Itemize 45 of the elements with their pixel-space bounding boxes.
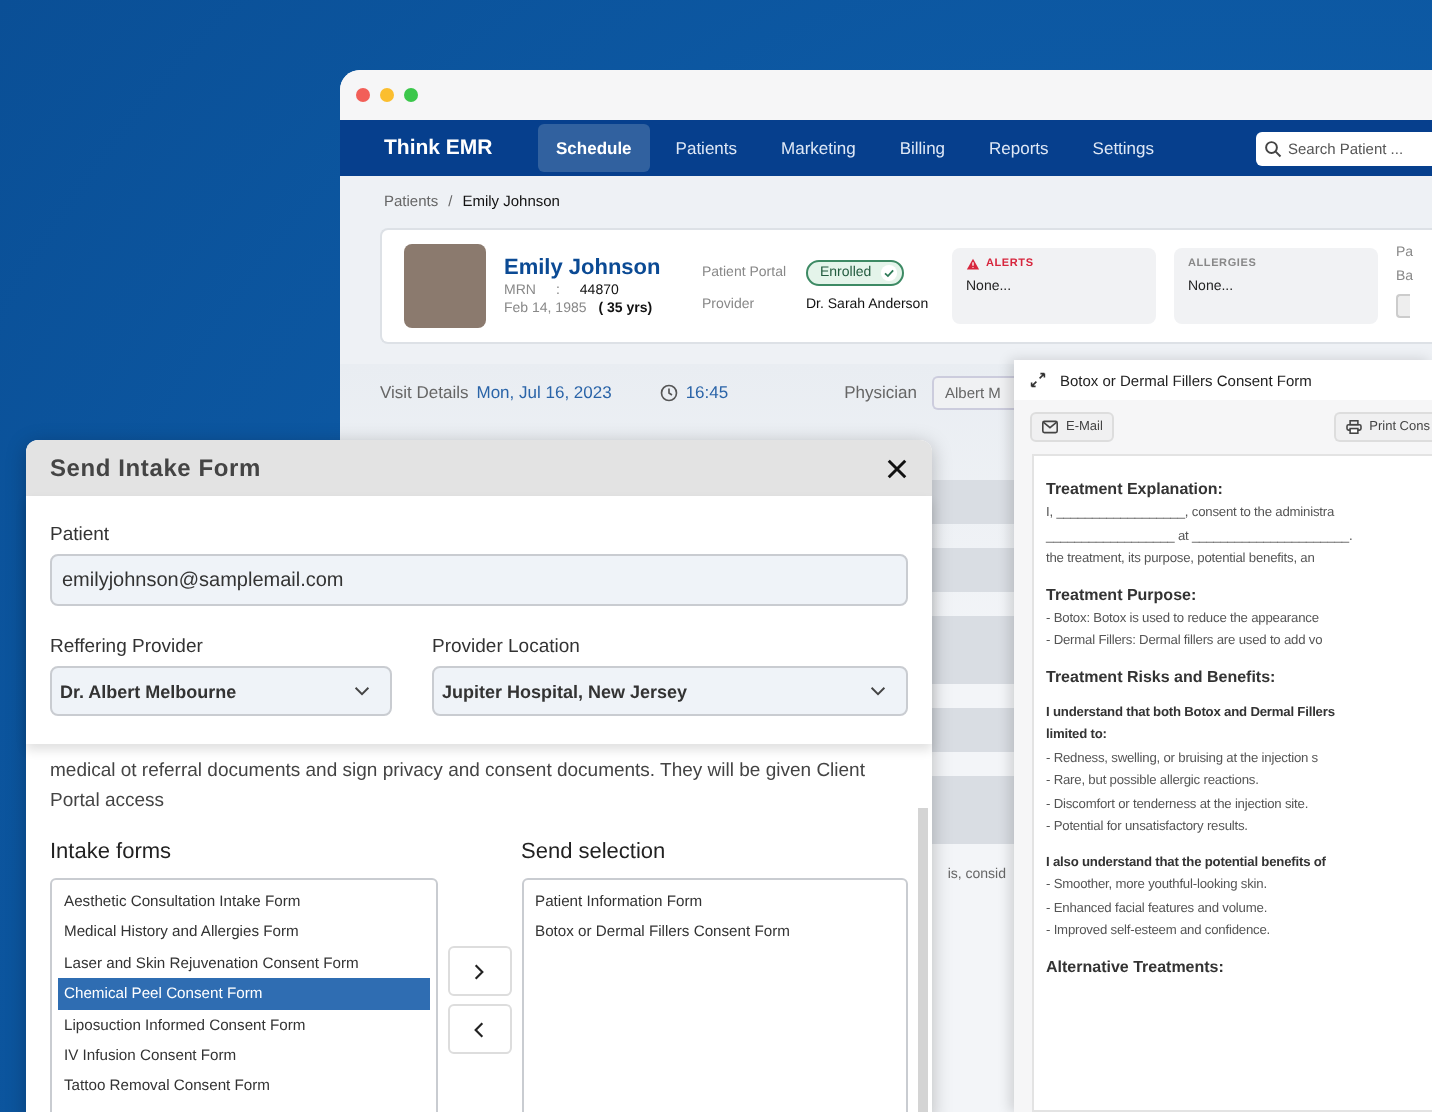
visit-date: Mon, Jul 16, 2023 bbox=[476, 382, 612, 402]
patient-name: Emily Johnson bbox=[504, 256, 663, 280]
zoom-window-icon[interactable] bbox=[404, 88, 418, 102]
nav-tab[interactable]: Schedule bbox=[538, 124, 650, 172]
check-icon bbox=[879, 264, 898, 282]
search-icon bbox=[1264, 139, 1282, 157]
referring-provider-select[interactable]: Dr. Albert Melbourne bbox=[50, 666, 392, 716]
nav-tab[interactable]: Settings bbox=[1074, 124, 1173, 172]
warning-icon bbox=[966, 258, 980, 270]
add-button[interactable] bbox=[447, 946, 511, 996]
logo[interactable]: Think EMR bbox=[384, 136, 538, 160]
nav-tab[interactable]: Patients bbox=[657, 124, 756, 172]
referring-provider-label: Reffering Provider bbox=[50, 636, 205, 658]
visit-time: 16:45 bbox=[685, 382, 729, 402]
chevron-right-icon bbox=[472, 961, 486, 981]
patient-label: Patient bbox=[50, 524, 112, 546]
section-heading: Treatment Risks and Benefits: bbox=[1046, 667, 1278, 685]
clock-icon bbox=[659, 383, 678, 401]
intake-forms-heading: Intake forms bbox=[50, 840, 174, 864]
description-text: medical ot referral documents and sign privacy and consent documents. They will be given Client Portal access bbox=[50, 758, 867, 816]
expand-icon[interactable] bbox=[1030, 372, 1046, 388]
nav-tab[interactable]: Reports bbox=[971, 124, 1067, 172]
close-icon[interactable] bbox=[886, 457, 908, 479]
card-button[interactable] bbox=[1396, 294, 1410, 318]
section-heading: Treatment Purpose: bbox=[1046, 585, 1199, 603]
provider-location-label: Provider Location bbox=[432, 636, 582, 658]
printer-icon bbox=[1345, 420, 1362, 434]
section-heading: Treatment Explanation: bbox=[1046, 480, 1225, 498]
physician-label: Physician bbox=[844, 382, 917, 402]
patient-email-field[interactable]: emilyjohnson@samplemail.com bbox=[50, 554, 908, 606]
minimize-window-icon[interactable] bbox=[380, 88, 394, 102]
provider-location-select[interactable]: Jupiter Hospital, New Jersey bbox=[432, 666, 908, 716]
chevron-left-icon bbox=[472, 1019, 486, 1039]
nav-tab[interactable]: Billing bbox=[881, 124, 964, 172]
dialog-title: Send Intake Form bbox=[50, 454, 261, 482]
remove-button[interactable] bbox=[447, 1004, 511, 1054]
nav-tab[interactable]: Marketing bbox=[763, 124, 874, 172]
send-selection-heading: Send selection bbox=[521, 840, 668, 864]
photo-placeholder bbox=[404, 244, 486, 328]
envelope-icon bbox=[1042, 420, 1058, 434]
visit-details-label: Visit Details bbox=[380, 382, 469, 402]
section-heading: Alternative Treatments: bbox=[1046, 957, 1226, 975]
caret-icon bbox=[870, 686, 886, 696]
close-window-icon[interactable] bbox=[356, 88, 370, 102]
caret-icon bbox=[354, 686, 370, 696]
